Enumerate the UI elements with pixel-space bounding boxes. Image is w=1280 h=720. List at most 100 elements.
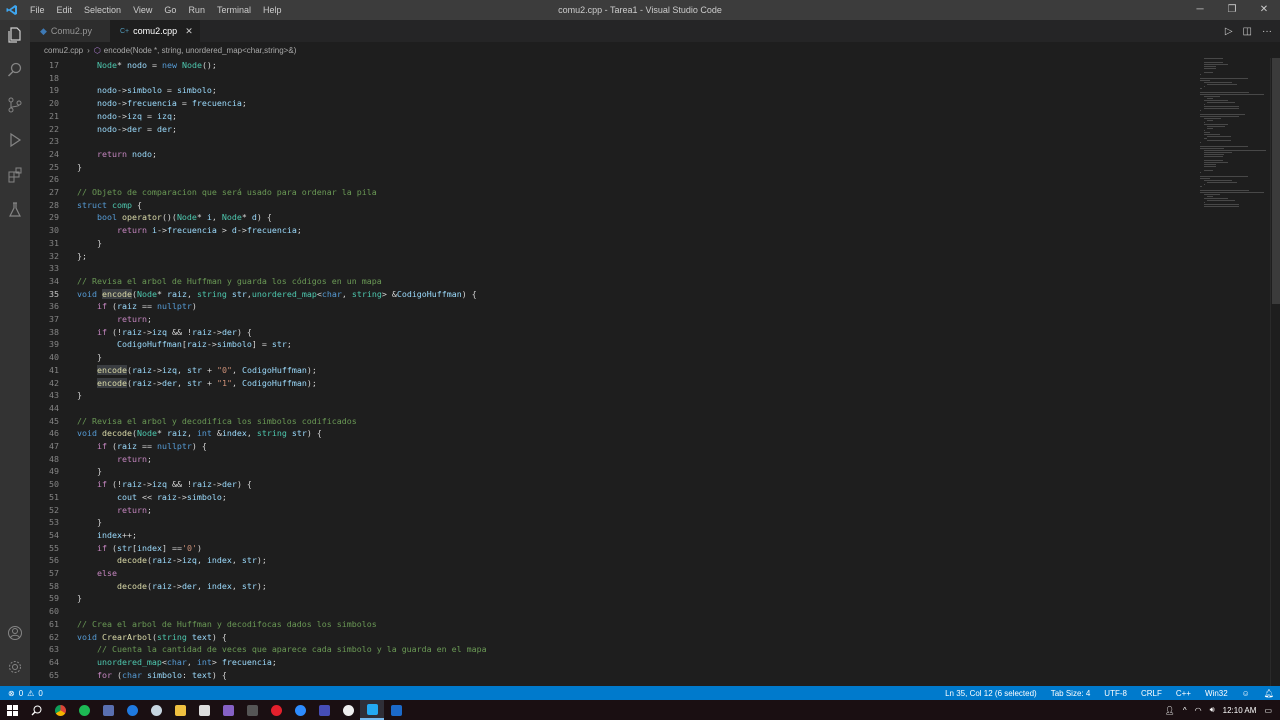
explorer-icon[interactable] [0, 20, 30, 50]
app-taskbar-icon[interactable] [384, 700, 408, 720]
code-line[interactable]: 57 else [30, 567, 117, 580]
menu-go[interactable]: Go [158, 5, 182, 15]
line-number[interactable]: 27 [30, 186, 59, 199]
line-number[interactable]: 59 [30, 592, 59, 605]
code-line[interactable]: 43} [30, 389, 82, 402]
line-number[interactable]: 58 [30, 580, 59, 593]
menu-selection[interactable]: Selection [78, 5, 127, 15]
line-number[interactable]: 32 [30, 250, 59, 263]
line-number[interactable]: 18 [30, 72, 59, 85]
end-of-line[interactable]: CRLF [1141, 689, 1162, 698]
code-line[interactable]: 49 } [30, 465, 102, 478]
code-line[interactable]: 65 for (char simbolo: text) { [30, 669, 227, 682]
line-number[interactable]: 39 [30, 338, 59, 351]
code-line[interactable]: 53 } [30, 516, 102, 529]
code-line[interactable]: 51 cout << raiz->simbolo; [30, 491, 227, 504]
language-mode[interactable]: C++ [1176, 689, 1191, 698]
more-actions-icon[interactable]: ··· [1262, 26, 1272, 37]
line-number[interactable]: 63 [30, 643, 59, 656]
line-number[interactable]: 35 [30, 288, 59, 301]
line-number[interactable]: 65 [30, 669, 59, 682]
code-line[interactable]: 34 // Revisa el arbol de Huffman y guarda… [30, 275, 382, 288]
scrollbar-thumb[interactable] [1272, 58, 1280, 304]
file-explorer-icon[interactable] [168, 700, 192, 720]
vertical-scrollbar[interactable] [1270, 58, 1280, 686]
line-number[interactable]: 34 [30, 275, 59, 288]
chrome-icon[interactable] [48, 700, 72, 720]
line-number[interactable]: 45 [30, 415, 59, 428]
code-line[interactable]: 21 nodo->izq = izq; [30, 110, 177, 123]
problems-indicator[interactable]: ⊗ 0 ⚠ 0 [0, 689, 43, 698]
menu-view[interactable]: View [127, 5, 158, 15]
volume-icon[interactable]: 🔊︎ [1210, 705, 1215, 715]
line-number[interactable]: 56 [30, 554, 59, 567]
tab-comu2-cpp[interactable]: C+ comu2.cpp ✕ [110, 20, 200, 42]
line-number[interactable]: 48 [30, 453, 59, 466]
code-line[interactable]: 27 // Objeto de comparacion que será usad… [30, 186, 377, 199]
line-number[interactable]: 49 [30, 465, 59, 478]
code-line[interactable]: 19 nodo->simbolo = simbolo; [30, 84, 217, 97]
visual-studio-icon[interactable] [216, 700, 240, 720]
menu-terminal[interactable]: Terminal [211, 5, 257, 15]
code-line[interactable]: 60 [30, 605, 77, 618]
line-number[interactable]: 47 [30, 440, 59, 453]
code-line[interactable]: 44 [30, 402, 77, 415]
code-line[interactable]: 29 bool operator()(Node* i, Node* d) { [30, 211, 272, 224]
line-number[interactable]: 38 [30, 326, 59, 339]
code-line[interactable]: 31 } [30, 237, 102, 250]
code-line[interactable]: 30 return i->frecuencia > d->frecuencia; [30, 224, 302, 237]
edge-icon[interactable] [120, 700, 144, 720]
code-line[interactable]: 62 void CrearArbol(string text) { [30, 631, 227, 644]
line-number[interactable]: 42 [30, 377, 59, 390]
line-number[interactable]: 29 [30, 211, 59, 224]
menu-help[interactable]: Help [257, 5, 288, 15]
line-number[interactable]: 61 [30, 618, 59, 631]
line-number[interactable]: 31 [30, 237, 59, 250]
close-window-button[interactable]: ✕ [1248, 0, 1280, 20]
line-number[interactable]: 57 [30, 567, 59, 580]
line-number[interactable]: 41 [30, 364, 59, 377]
line-number[interactable]: 46 [30, 427, 59, 440]
code-line[interactable]: 50 if (!raiz->izq && !raiz->der) { [30, 478, 252, 491]
notifications-bell-icon[interactable]: 🔔︎ [1264, 689, 1274, 698]
code-line[interactable]: 61 // Crea el arbol de Huffman y decodifo… [30, 618, 377, 631]
account-icon[interactable] [0, 618, 30, 648]
code-line[interactable]: 45 // Revisa el arbol y decodifica los si… [30, 415, 357, 428]
split-editor-icon[interactable]: ◫ [1243, 26, 1252, 37]
search-icon[interactable] [0, 55, 30, 85]
line-number[interactable]: 17 [30, 59, 59, 72]
code-line[interactable]: 17 Node* nodo = new Node(); [30, 59, 217, 72]
line-number[interactable]: 62 [30, 631, 59, 644]
line-number[interactable]: 44 [30, 402, 59, 415]
steam-icon[interactable] [144, 700, 168, 720]
vscode-taskbar-icon[interactable] [360, 700, 384, 720]
line-number[interactable]: 51 [30, 491, 59, 504]
line-number[interactable]: 53 [30, 516, 59, 529]
code-line[interactable]: 18 [30, 72, 77, 85]
line-number[interactable]: 25 [30, 161, 59, 174]
network-icon[interactable]: ◠ [1195, 706, 1202, 715]
taskbar-search-icon[interactable] [24, 700, 48, 720]
chevron-up-icon[interactable]: ^ [1183, 706, 1187, 715]
restore-button[interactable]: ❐ [1216, 0, 1248, 20]
code-line[interactable]: 56 decode(raiz->izq, index, str); [30, 554, 267, 567]
user-tray-icon[interactable]: 👤︎ [1165, 706, 1175, 715]
line-number[interactable]: 36 [30, 300, 59, 313]
code-line[interactable]: 47 if (raiz == nullptr) { [30, 440, 207, 453]
code-line[interactable]: 23 [30, 135, 77, 148]
code-line[interactable]: 58 decode(raiz->der, index, str); [30, 580, 267, 593]
line-number[interactable]: 64 [30, 656, 59, 669]
line-number[interactable]: 19 [30, 84, 59, 97]
line-number[interactable]: 37 [30, 313, 59, 326]
testing-icon[interactable] [0, 195, 30, 225]
opera-icon[interactable] [264, 700, 288, 720]
action-center-icon[interactable]: ▭ [1264, 706, 1272, 715]
file-encoding[interactable]: UTF-8 [1104, 689, 1127, 698]
code-line[interactable]: 37 return; [30, 313, 152, 326]
menu-run[interactable]: Run [182, 5, 211, 15]
code-line[interactable]: 48 return; [30, 453, 152, 466]
code-line[interactable]: 28 struct comp { [30, 199, 142, 212]
line-number[interactable]: 60 [30, 605, 59, 618]
code-editor[interactable]: 17 Node* nodo = new Node(); 18 19 nodo->si… [30, 58, 1270, 686]
code-line[interactable]: 40 } [30, 351, 102, 364]
